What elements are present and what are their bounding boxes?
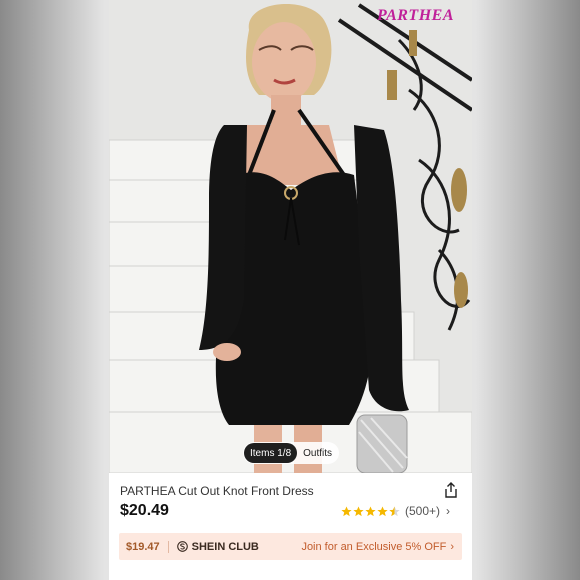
rating-count: (500+): [405, 504, 441, 518]
product-title: PARTHEA Cut Out Knot Front Dress: [120, 484, 314, 498]
product-price: $20.49: [120, 502, 169, 519]
star-half-icon: [389, 505, 400, 516]
gallery-tabs: Items 1/8 Outfits: [243, 442, 339, 464]
star-icon: [377, 505, 388, 516]
club-member-price: $19.47: [126, 540, 160, 553]
tab-items[interactable]: Items 1/8: [244, 443, 298, 463]
share-icon[interactable]: [443, 482, 459, 498]
chevron-right-icon: ›: [450, 540, 454, 553]
product-photo[interactable]: PARTHEA Items 1/8 Outfits: [109, 0, 472, 473]
product-photo-illustration: [109, 0, 472, 473]
chevron-right-icon: ›: [446, 504, 451, 518]
club-s-icon: [176, 541, 188, 552]
brand-logo: PARTHEA: [377, 7, 454, 24]
club-name: SHEIN CLUB: [191, 540, 259, 553]
club-join-cta: Join for an Exclusive 5% OFF: [301, 540, 447, 553]
shein-club-banner[interactable]: $19.47 SHEIN CLUB Join for an Exclusive …: [119, 533, 462, 560]
tab-outfits[interactable]: Outfits: [297, 443, 338, 463]
star-icon: [353, 505, 364, 516]
star-icon: [341, 505, 352, 516]
product-card: PARTHEA Items 1/8 Outfits PARTHEA Cut Ou…: [109, 0, 472, 580]
divider: [167, 540, 169, 553]
rating-summary[interactable]: (500+) ›: [341, 504, 450, 518]
star-icon: [365, 505, 376, 516]
